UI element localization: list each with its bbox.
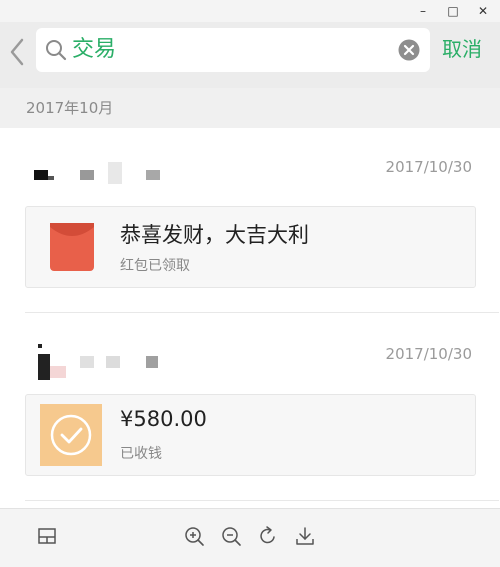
results-list: 2017年10月 2017/10/30 恭喜发财，大吉大利 红包已领取 2017… [0,88,500,508]
search-query-text: 交易 [72,37,117,62]
bottom-toolbar [0,508,500,567]
transfer-card[interactable]: ¥580.00 已收钱 [25,394,476,476]
download-icon[interactable] [294,525,316,547]
item-date: 2017/10/30 [385,158,472,176]
red-packet-card[interactable]: 恭喜发财，大吉大利 红包已领取 [25,206,476,288]
window-titlebar: – □ ✕ [0,0,500,22]
item-divider [25,500,499,501]
search-icon [46,40,67,61]
card-status: 已收钱 [120,446,162,462]
cancel-button[interactable]: 取消 [442,34,482,64]
sender-name-redacted [34,162,174,186]
layout-icon[interactable] [36,525,58,547]
card-status: 红包已领取 [120,258,190,274]
card-title: 恭喜发财，大吉大利 [120,223,309,247]
transfer-amount: ¥580.00 [120,407,207,431]
maximize-button[interactable]: □ [440,2,466,20]
back-button[interactable] [4,32,30,72]
red-packet-icon [50,223,94,271]
search-input[interactable]: 交易 [36,28,430,72]
close-button[interactable]: ✕ [470,2,496,20]
search-bar: 交易 取消 [0,22,500,88]
sender-name-redacted [36,344,176,380]
item-divider [25,312,499,313]
item-date: 2017/10/30 [385,345,472,363]
zoom-out-icon[interactable] [220,525,242,547]
month-header: 2017年10月 [0,88,500,128]
rotate-icon[interactable] [257,525,279,547]
month-label: 2017年10月 [26,99,114,117]
transfer-received-icon [40,404,102,466]
chevron-left-icon [10,38,24,66]
zoom-in-icon[interactable] [183,525,205,547]
clear-search-icon[interactable] [398,39,420,61]
minimize-button[interactable]: – [410,2,436,20]
